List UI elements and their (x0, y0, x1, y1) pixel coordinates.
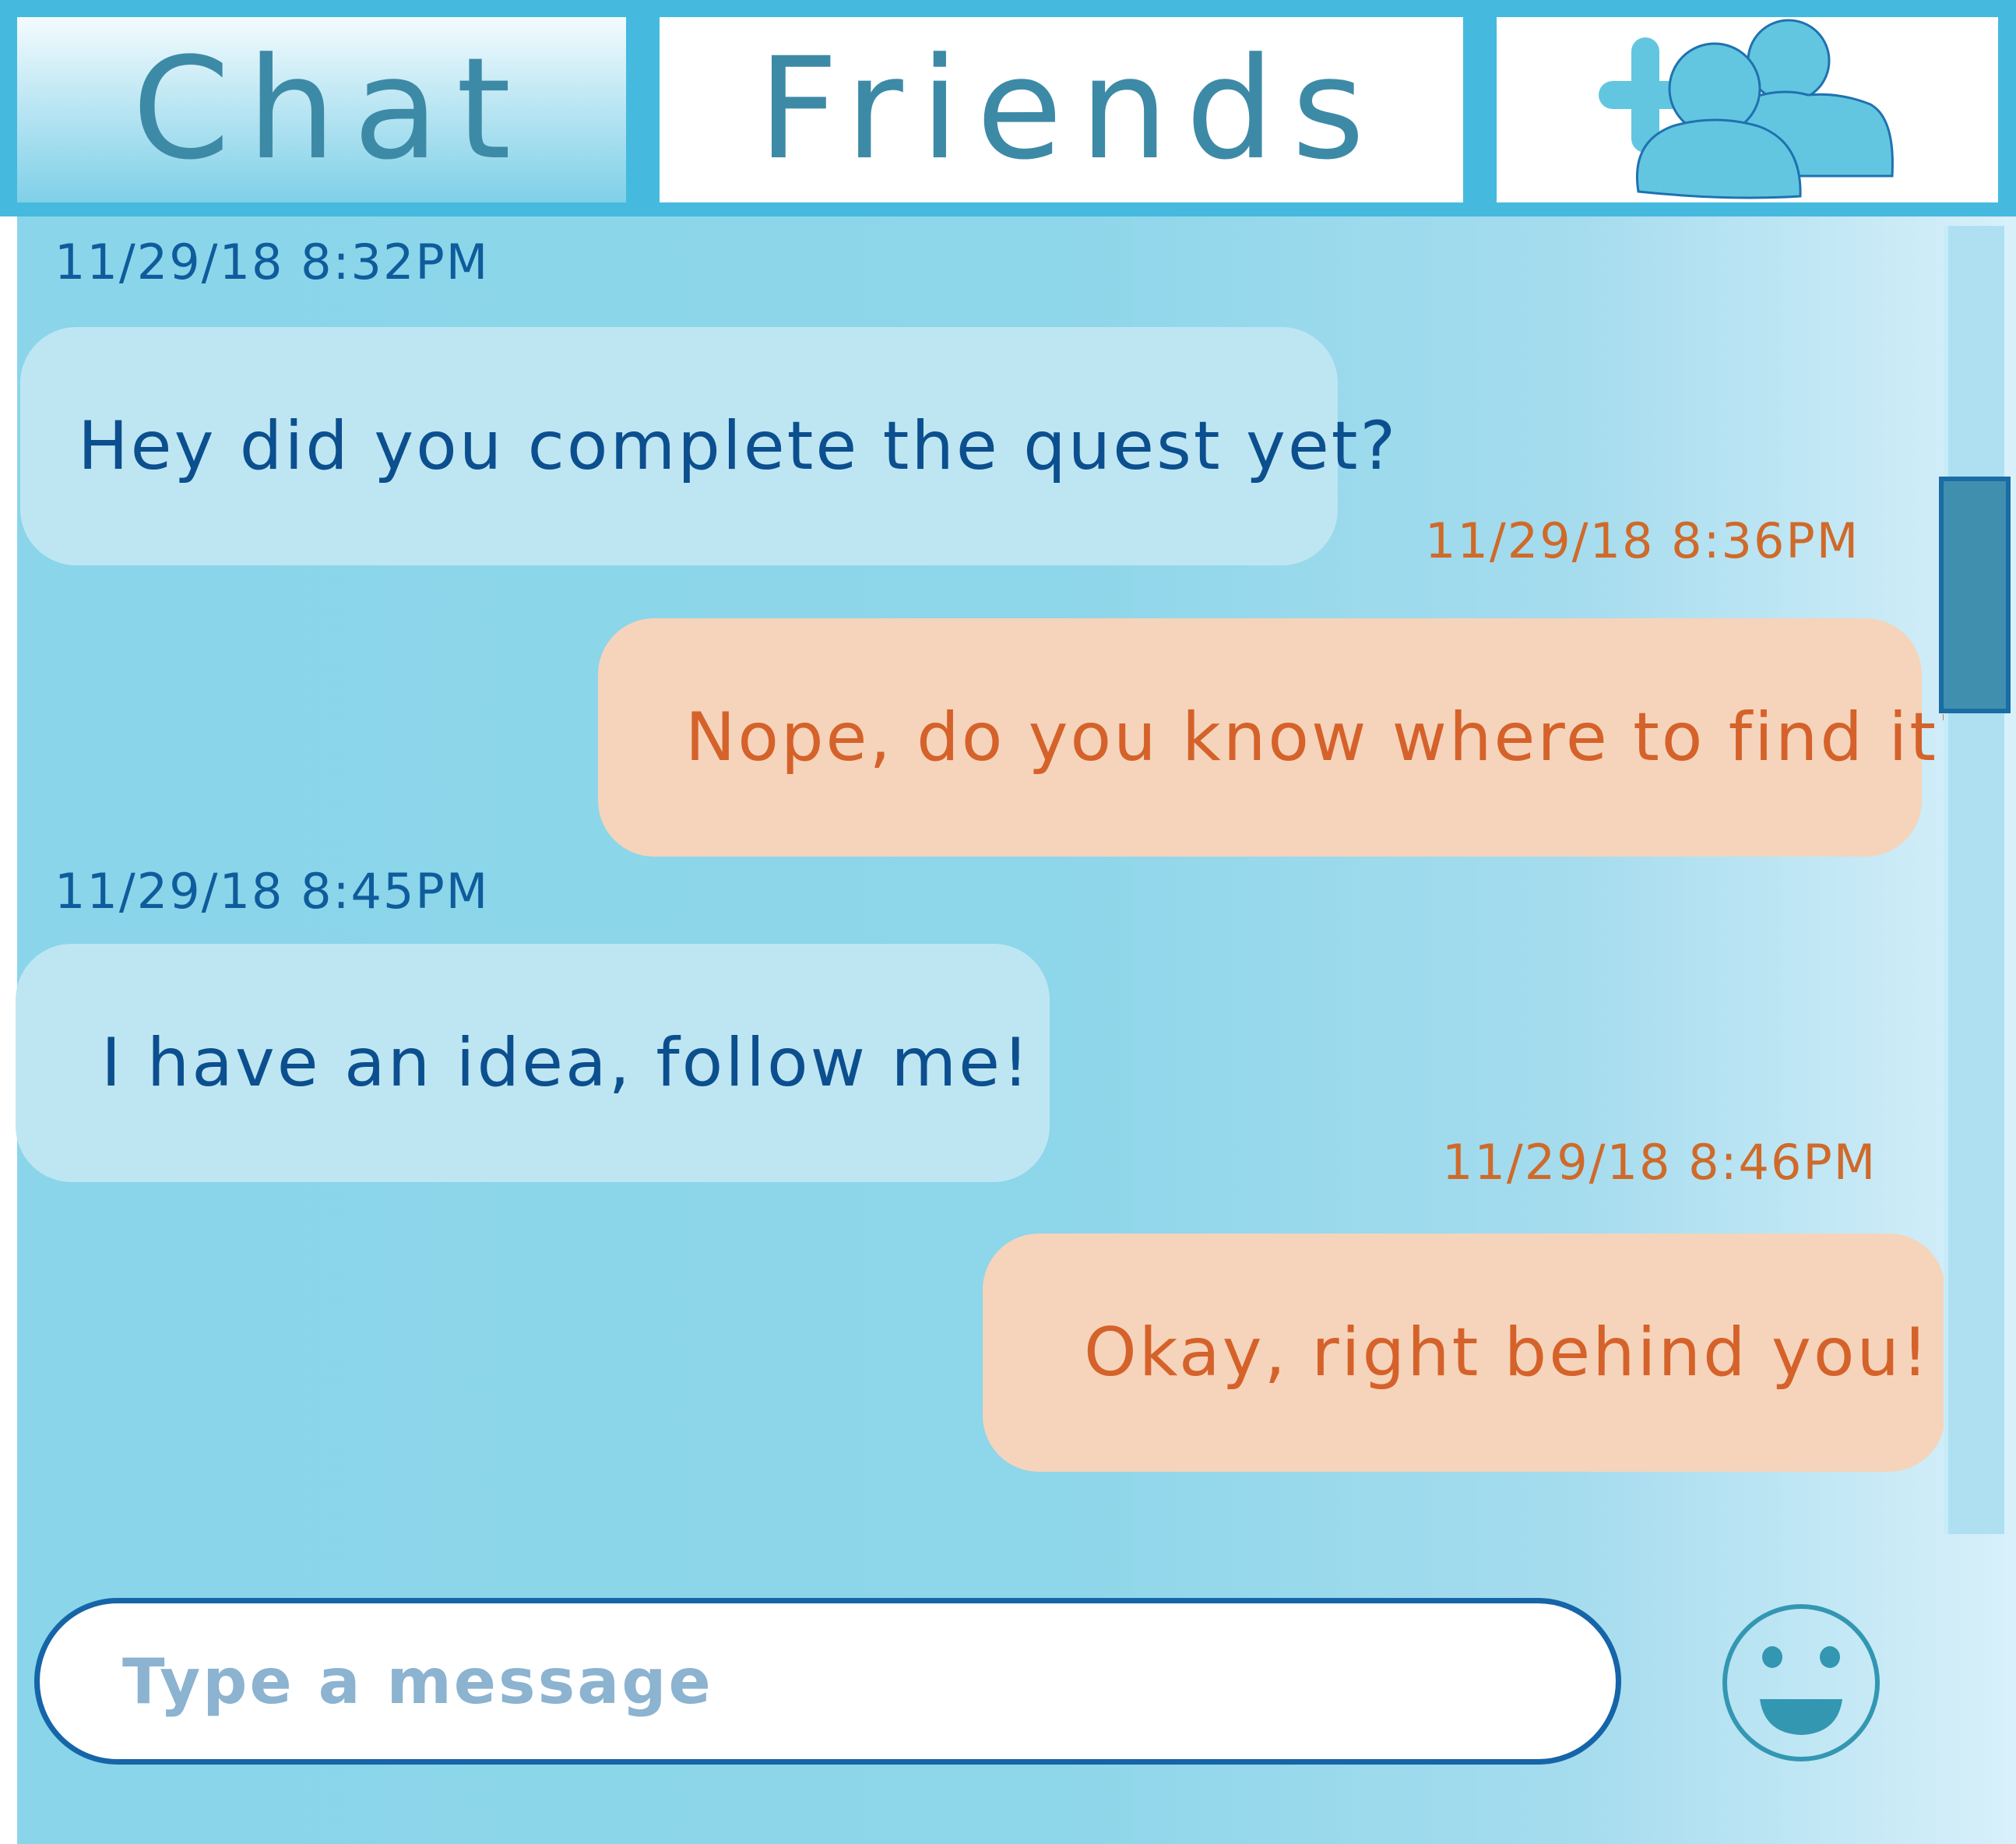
message-bubble-outgoing: Nope, do you know where to find it? (598, 618, 1974, 857)
scrollbar-thumb[interactable] (1939, 477, 2011, 713)
message-text: Okay, right behind you! (1084, 1314, 1931, 1392)
message-bubble-incoming: I have an idea, follow me! (16, 944, 1050, 1182)
message-bubble-incoming: Hey did you complete the quest yet? (20, 327, 1395, 565)
message-timestamp: 11/29/18 8:32PM (55, 234, 490, 290)
tab-chat-label: Chat (132, 28, 529, 191)
scrollbar-track[interactable] (1944, 226, 2004, 1534)
message-bubble-outgoing: Okay, right behind you! (983, 1233, 1945, 1472)
add-friend-button[interactable] (1497, 17, 1998, 202)
message-input-container (34, 1598, 1621, 1765)
smiley-icon (1722, 1604, 1880, 1761)
message-timestamp: 11/29/18 8:45PM (55, 863, 490, 920)
message-input[interactable] (121, 1644, 1569, 1719)
tab-chat[interactable]: Chat (17, 17, 626, 202)
tab-friends[interactable]: Friends (660, 17, 1463, 202)
tab-bar: Chat Friends (0, 0, 2016, 216)
add-friend-icon (1599, 19, 1894, 199)
emoji-button[interactable] (1721, 1603, 1881, 1763)
message-text: Hey did you complete the quest yet? (78, 407, 1399, 485)
tab-friends-label: Friends (758, 28, 1382, 191)
message-text: I have an idea, follow me! (101, 1024, 1032, 1102)
message-text: Nope, do you know where to find it? (685, 699, 1976, 776)
message-timestamp: 11/29/18 8:36PM (1425, 512, 1860, 569)
message-timestamp: 11/29/18 8:46PM (1442, 1134, 1877, 1191)
